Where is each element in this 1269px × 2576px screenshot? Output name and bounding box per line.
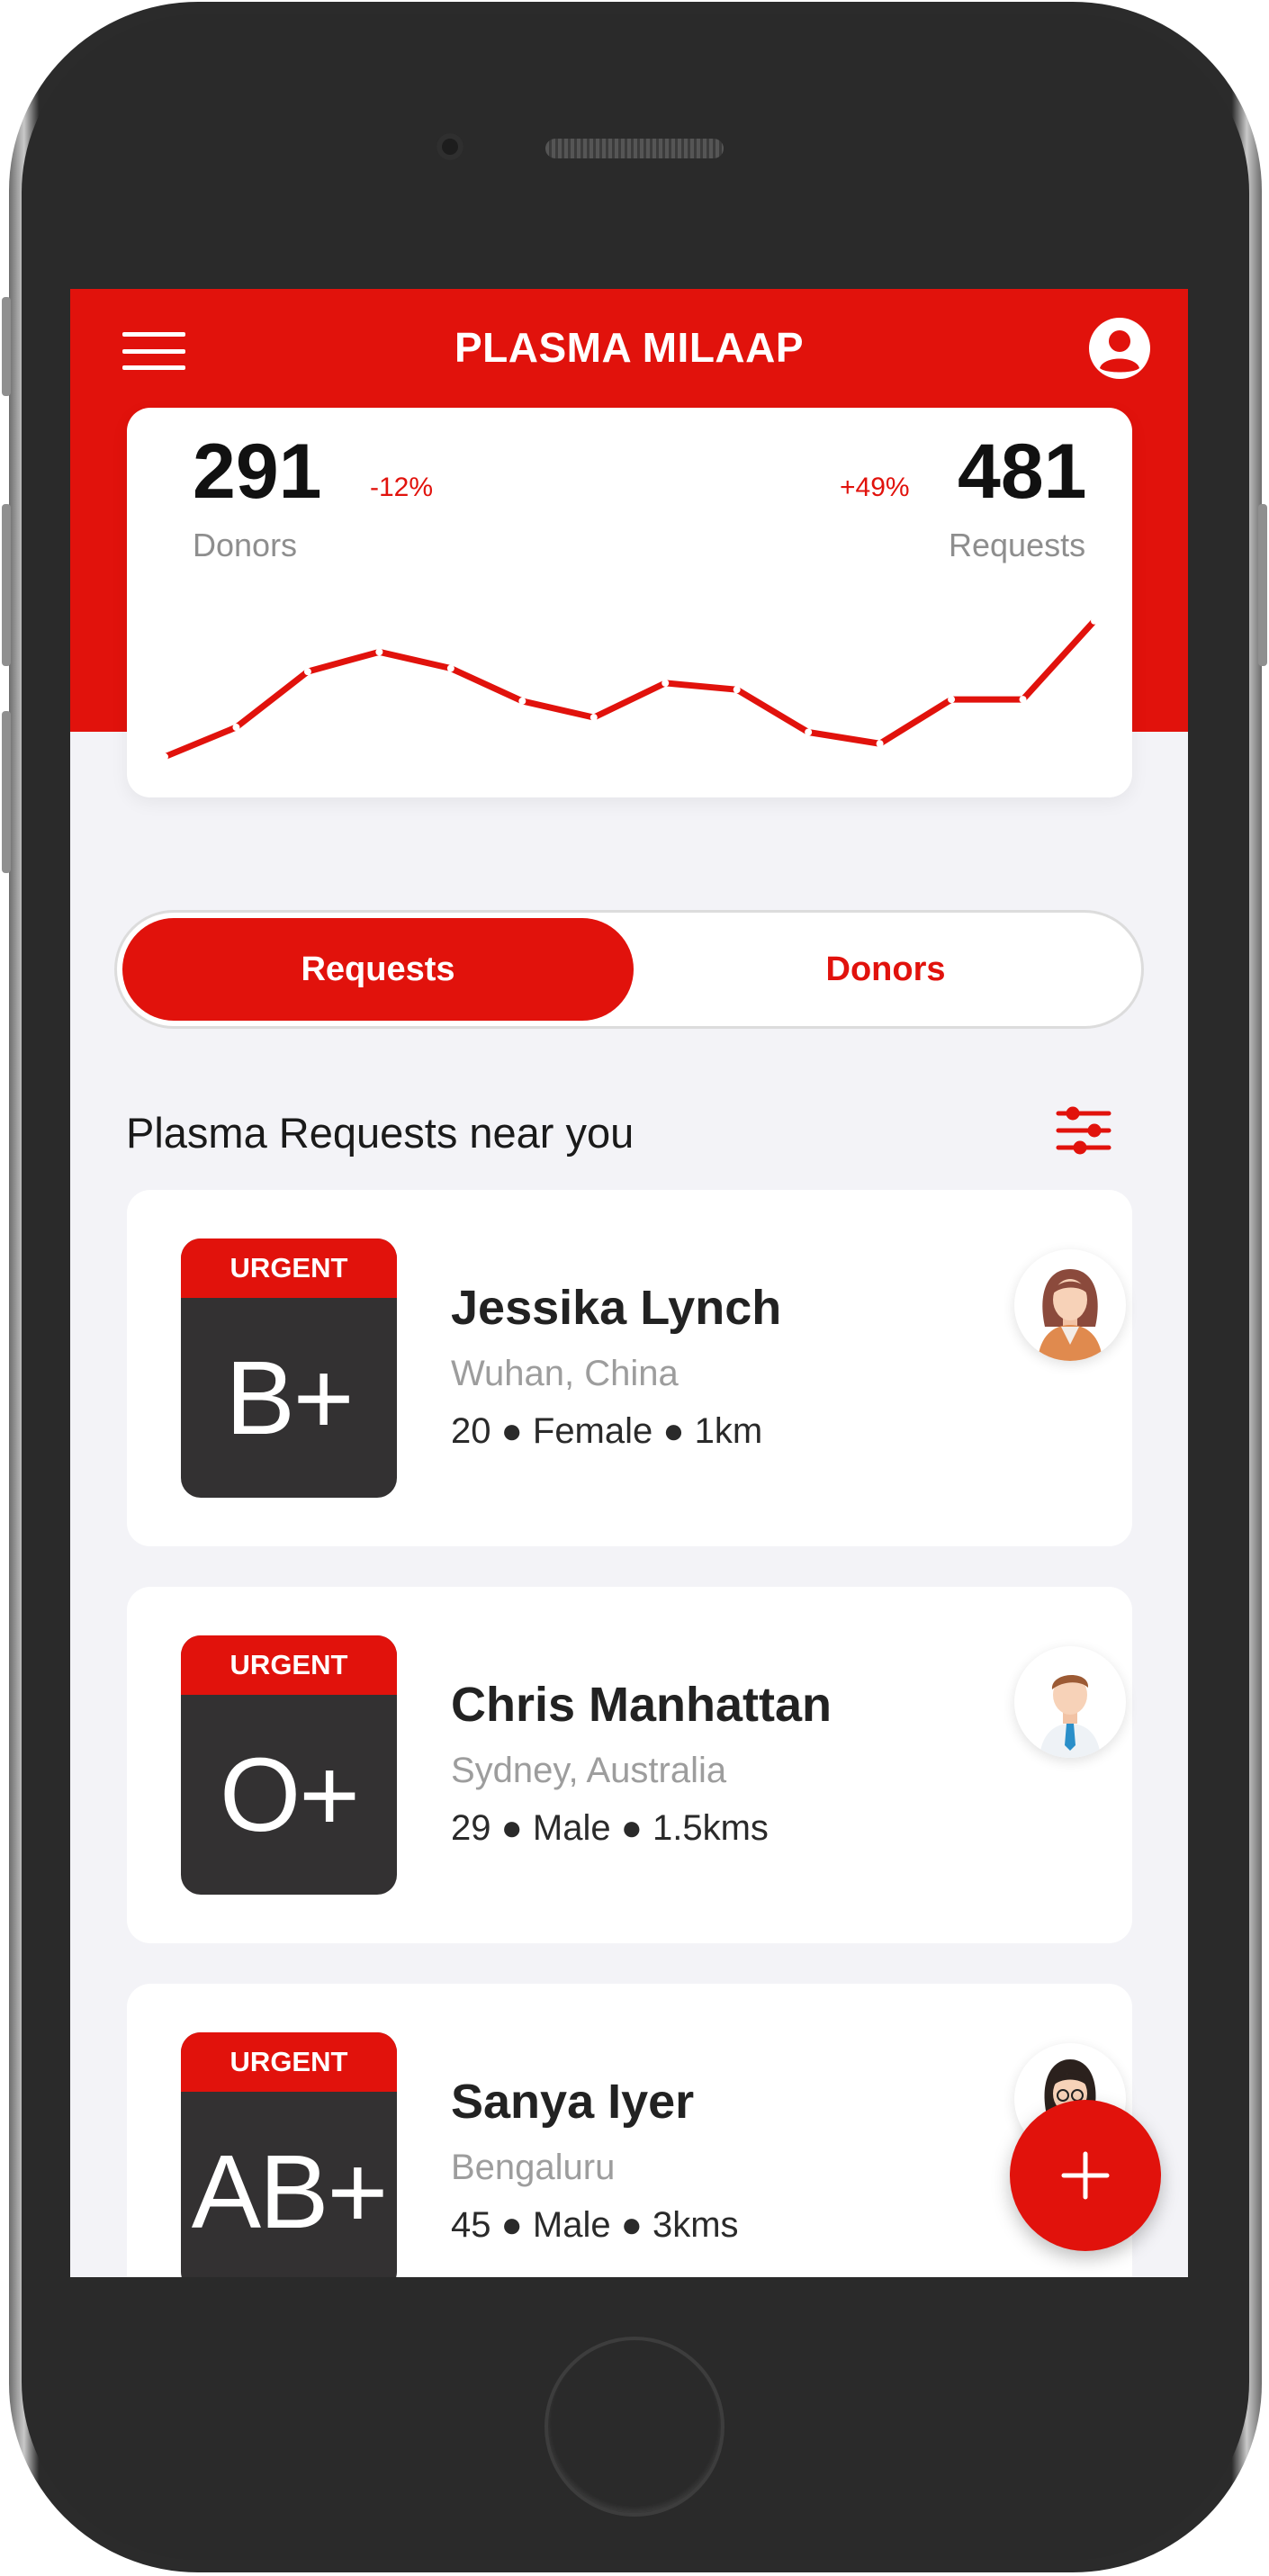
requester-name: Sanya Iyer: [451, 2075, 695, 2129]
trend-point: [518, 697, 526, 705]
trend-point: [1019, 696, 1027, 704]
urgent-badge: URGENT: [181, 1238, 397, 1298]
app-screen: PLASMA MILAAP 291 Donors -12% +49% 481 R…: [70, 289, 1188, 2277]
tab-donors[interactable]: Donors: [630, 918, 1141, 1021]
side-button: [2, 297, 11, 396]
trend-series-line: [161, 617, 1098, 761]
requester-name: Chris Manhattan: [451, 1678, 832, 1732]
blood-type: O+: [220, 1736, 360, 1853]
side-button: [2, 711, 11, 873]
section-title: Plasma Requests near you: [126, 1109, 634, 1157]
trend-point: [232, 724, 240, 732]
donor-change: -12%: [370, 473, 434, 502]
trend-point: [662, 679, 670, 687]
earpiece-speaker: [545, 139, 724, 158]
requester-location: Bengaluru: [451, 2148, 616, 2187]
request-card[interactable]: URGENT O+ Chris Manhattan Sydney, Austra…: [127, 1587, 1132, 1943]
requester-details: 45 ● Male ● 3kms: [451, 2205, 739, 2245]
request-card[interactable]: URGENT B+ Jessika Lynch Wuhan, China 20 …: [127, 1190, 1132, 1546]
blood-type-tile: URGENT AB+: [181, 2032, 397, 2277]
tab-requests[interactable]: Requests: [122, 918, 634, 1021]
requester-details: 20 ● Female ● 1km: [451, 1411, 763, 1451]
trend-point: [948, 696, 956, 704]
man-avatar-icon: [1014, 1646, 1126, 1758]
requester-details: 29 ● Male ● 1.5kms: [451, 1808, 769, 1848]
request-change: +49%: [840, 473, 910, 502]
trend-point: [590, 714, 598, 722]
side-button: [2, 504, 11, 666]
front-camera: [436, 133, 464, 160]
blood-type-tile: URGENT B+: [181, 1238, 397, 1498]
blood-type: AB+: [191, 2133, 388, 2250]
urgent-badge: URGENT: [181, 1635, 397, 1695]
trend-point: [303, 668, 311, 676]
add-request-button[interactable]: [1010, 2100, 1161, 2251]
blood-type-tile: URGENT O+: [181, 1635, 397, 1895]
trend-point: [161, 752, 168, 761]
trend-point: [805, 728, 813, 736]
urgent-badge: URGENT: [181, 2032, 397, 2092]
side-button: [1258, 504, 1267, 666]
segment-toggle: Requests Donors: [114, 910, 1144, 1029]
request-card[interactable]: URGENT AB+ Sanya Iyer Bengaluru 45 ● Mal…: [127, 1984, 1132, 2277]
requester-location: Sydney, Australia: [451, 1751, 727, 1790]
request-count: 481: [958, 428, 1087, 515]
requester-name: Jessika Lynch: [451, 1281, 782, 1335]
requester-location: Wuhan, China: [451, 1354, 679, 1393]
home-button[interactable]: [544, 2337, 724, 2517]
request-label: Requests: [949, 527, 1086, 563]
trend-point: [876, 740, 884, 748]
app-title: PLASMA MILAAP: [454, 324, 805, 371]
trend-point: [375, 648, 383, 656]
donor-count: 291: [193, 428, 322, 515]
trend-point: [1091, 617, 1098, 625]
woman-avatar-icon: [1014, 1249, 1126, 1361]
trend-point: [446, 664, 454, 672]
sliders-filter-icon[interactable]: [1055, 1106, 1112, 1155]
donor-label: Donors: [193, 527, 298, 563]
blood-type: B+: [225, 1339, 354, 1456]
trend-point: [733, 686, 741, 694]
user-circle-icon[interactable]: [1087, 316, 1152, 381]
plus-icon: [1061, 2151, 1110, 2200]
trend-line-chart: [161, 617, 1098, 761]
stats-card: 291 Donors -12% +49% 481 Requests: [127, 408, 1132, 797]
